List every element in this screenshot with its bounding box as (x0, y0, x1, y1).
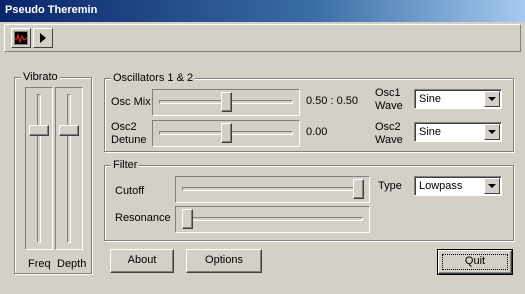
toolbar (4, 24, 521, 52)
osc2-detune-label-line1: Osc2 (111, 121, 137, 133)
osc2-detune-label-line2: Detune (111, 134, 147, 146)
osc-mix-label: Osc Mix (111, 96, 151, 108)
quit-button[interactable]: Quit (437, 249, 513, 275)
filter-group-label: Filter (111, 158, 140, 172)
freq-slider[interactable] (28, 90, 50, 247)
cutoff-slider[interactable] (178, 178, 367, 200)
resonance-slider-thumb[interactable] (182, 209, 193, 229)
osc2-wave-label-line1: Osc2 (375, 121, 401, 133)
freq-slider-track (37, 94, 41, 243)
osc2-detune-slider-thumb[interactable] (221, 123, 232, 143)
filter-type-value: Lowpass (419, 180, 463, 192)
freq-label: Freq (28, 258, 51, 270)
osc2-wave-select[interactable]: Sine (414, 122, 502, 142)
play-button[interactable] (33, 28, 53, 48)
osc-mix-slider-thumb[interactable] (221, 92, 232, 112)
oscilloscope-button[interactable] (11, 28, 31, 48)
resonance-label: Resonance (115, 212, 171, 224)
osc2-detune-slider[interactable] (155, 122, 297, 144)
filter-type-select[interactable]: Lowpass (414, 176, 502, 196)
osc1-wave-label-line2: Wave (375, 100, 403, 112)
chevron-down-icon[interactable] (484, 124, 500, 140)
cutoff-slider-track (182, 187, 363, 191)
vibrato-group-label: Vibrato (21, 70, 60, 84)
title-bar[interactable]: Pseudo Theremin (0, 0, 525, 22)
osc-mix-value: 0.50 : 0.50 (306, 95, 358, 107)
depth-slider-track (67, 94, 71, 243)
window-title: Pseudo Theremin (5, 4, 98, 16)
quit-button-focus-ring (442, 254, 508, 270)
freq-slider-thumb[interactable] (29, 124, 49, 136)
osc1-wave-value: Sine (419, 93, 442, 105)
depth-label: Depth (57, 258, 87, 270)
options-button[interactable]: Options (186, 249, 262, 273)
options-button-label: Options (205, 254, 243, 266)
oscillators-group-label: Oscillators 1 & 2 (111, 71, 196, 85)
chevron-down-icon[interactable] (484, 91, 500, 107)
chevron-down-icon[interactable] (484, 178, 500, 194)
cutoff-slider-thumb[interactable] (353, 179, 364, 199)
osc2-wave-value: Sine (419, 126, 442, 138)
cutoff-label: Cutoff (115, 185, 145, 197)
osc2-detune-value: 0.00 (306, 126, 328, 138)
resonance-slider-track (182, 217, 363, 221)
filter-type-label: Type (378, 180, 402, 192)
osc-mix-slider[interactable] (155, 91, 297, 113)
depth-slider[interactable] (58, 90, 80, 247)
about-button[interactable]: About (110, 249, 174, 273)
play-icon (40, 33, 46, 43)
about-button-label: About (127, 254, 157, 266)
osc2-wave-label-line2: Wave (375, 134, 403, 146)
main-window: Pseudo Theremin Vibrato Freq Depth Oscil… (0, 0, 525, 294)
oscilloscope-icon (14, 31, 28, 45)
osc1-wave-label-line1: Osc1 (375, 87, 401, 99)
resonance-slider[interactable] (178, 208, 367, 230)
depth-slider-thumb[interactable] (59, 124, 79, 136)
osc1-wave-select[interactable]: Sine (414, 89, 502, 109)
